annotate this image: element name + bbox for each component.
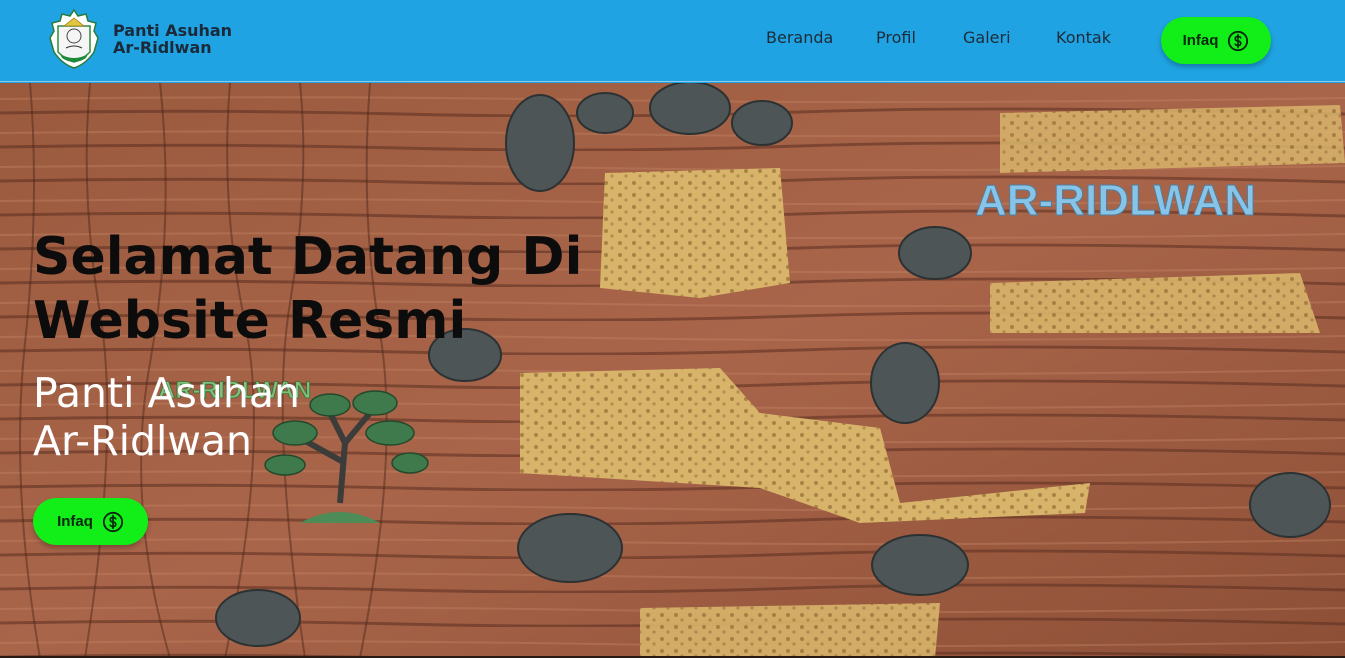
hero-title: Selamat Datang Di Website Resmi <box>33 225 593 353</box>
hero-infaq-label: Infaq <box>57 513 93 530</box>
wall-sign-text: AR-RIDLWAN <box>975 176 1256 225</box>
hero-title-line2: Website Resmi <box>33 291 467 351</box>
nav-link-beranda[interactable]: Beranda <box>766 28 833 47</box>
hero-section: AR-RIDLWAN AR-RIDLWAN Selamat Datang Di … <box>0 83 1345 658</box>
hero-subtitle-line1: Panti Asuhan <box>33 369 300 417</box>
dollar-circle-icon <box>102 511 124 532</box>
nav-link-profil[interactable]: Profil <box>876 28 916 47</box>
hero-subtitle-line2: Ar-Ridlwan <box>33 417 253 465</box>
hero-infaq-button[interactable]: Infaq <box>33 498 148 545</box>
nav-infaq-label: Infaq <box>1182 32 1219 49</box>
hero-title-line1: Selamat Datang Di <box>33 227 583 287</box>
dollar-circle-icon <box>1228 30 1249 51</box>
nav-menu: Beranda Profil Galeri Kontak <box>0 28 1345 52</box>
nav-link-galeri[interactable]: Galeri <box>963 28 1011 47</box>
nav-infaq-button[interactable]: Infaq <box>1161 17 1271 64</box>
hero-subtitle: Panti Asuhan Ar-Ridlwan <box>33 369 433 465</box>
navbar: Panti Asuhan Ar-Ridlwan Beranda Profil G… <box>0 0 1345 82</box>
nav-link-kontak[interactable]: Kontak <box>1056 28 1111 47</box>
